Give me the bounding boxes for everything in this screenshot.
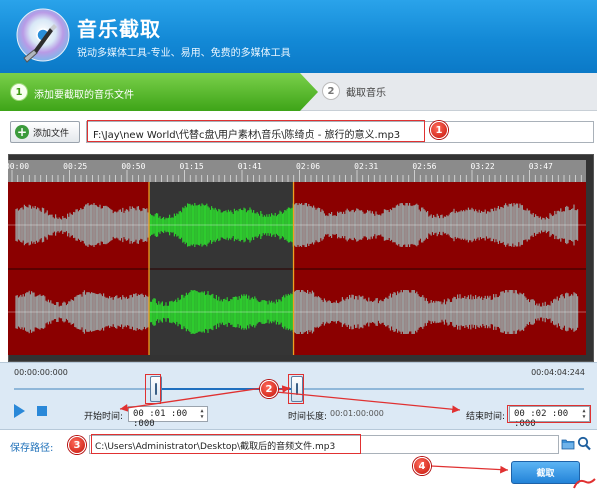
timeline-end-time: 00:04:04:244 — [531, 368, 585, 377]
save-path-field[interactable]: C:\Users\Administrator\Desktop\截取后的音频文件.… — [89, 435, 559, 454]
add-file-button[interactable]: + 添加文件 — [10, 121, 80, 143]
app-header: 音乐截取 锐动多媒体工具-专业、易用、免费的多媒体工具 — [0, 0, 597, 73]
end-time-label: 结束时间: — [466, 412, 506, 422]
app-title: 音乐截取 — [77, 17, 161, 41]
ruler-tick-label: 00:25 — [63, 162, 88, 171]
step-bar: 1 添加要截取的音乐文件 2 截取音乐 — [0, 73, 597, 111]
step-2-number: 2 — [322, 82, 340, 100]
ruler-tick-label: 02:56 — [412, 162, 437, 171]
annotation-marker-3: 3 — [68, 436, 86, 454]
brand-watermark-icon — [573, 478, 596, 489]
stop-icon[interactable] — [37, 406, 47, 416]
end-time-spinner-icon[interactable]: ▲ ▼ — [580, 408, 588, 420]
annotation-marker-2: 2 — [260, 380, 278, 398]
ruler-tick-label: 02:31 — [354, 162, 379, 171]
play-icon[interactable] — [14, 404, 25, 418]
app-subtitle: 锐动多媒体工具-专业、易用、免费的多媒体工具 — [77, 48, 291, 59]
ruler-tick-label: 02:06 — [295, 162, 321, 171]
folder-icon[interactable] — [561, 437, 575, 451]
step-1-number: 1 — [10, 83, 28, 101]
ruler-tick-label: 00:00 — [4, 162, 30, 171]
duration-label: 时间长度: — [288, 412, 328, 422]
start-time-label: 开始时间: — [84, 412, 124, 422]
ruler-tick-label: 03:47 — [528, 162, 553, 171]
ruler-tick-label: 01:15 — [179, 162, 204, 171]
step-2-tab[interactable]: 2 截取音乐 — [322, 82, 386, 100]
step-1-tab[interactable]: 1 添加要截取的音乐文件 — [0, 73, 318, 111]
save-path-label: 保存路径: — [10, 443, 54, 454]
step-2-label: 截取音乐 — [346, 87, 386, 99]
start-time-spinner-icon[interactable]: ▲ ▼ — [198, 408, 206, 420]
step-1-label: 添加要截取的音乐文件 — [34, 90, 134, 101]
time-ruler: 00:00 00:25 00:50 01:15 01:41 02:06 02:31 02:56… — [4, 160, 586, 182]
annotation-marker-1: 1 — [430, 121, 448, 139]
timeline-start-time: 00:00:00:000 — [14, 368, 68, 377]
plus-icon: + — [15, 125, 29, 139]
search-icon[interactable] — [577, 436, 591, 451]
ruler-tick-label: 00:50 — [121, 162, 146, 171]
ruler-tick-label: 01:41 — [237, 162, 262, 171]
ruler-tick-label: 03:22 — [470, 162, 495, 171]
waveform-area[interactable] — [8, 182, 586, 355]
duration-value: 00:01:00:000 — [330, 409, 384, 418]
annotation-marker-4: 4 — [413, 457, 431, 475]
start-time-input[interactable]: 00 :01 :00 :000 ▲ ▼ — [128, 406, 208, 429]
music-cd-logo-icon — [16, 8, 70, 63]
start-handle[interactable] — [150, 376, 162, 402]
source-file-path-field[interactable]: F:\Jay\new World\代替c盘\用户素材\音乐\陈绮贞 - 旅行的意… — [86, 121, 594, 143]
end-time-input[interactable]: 00 :02 :00 :000 ▲ ▼ — [509, 406, 590, 429]
add-file-label: 添加文件 — [33, 128, 70, 139]
audio-waveform — [8, 182, 586, 355]
end-handle[interactable] — [291, 376, 303, 402]
